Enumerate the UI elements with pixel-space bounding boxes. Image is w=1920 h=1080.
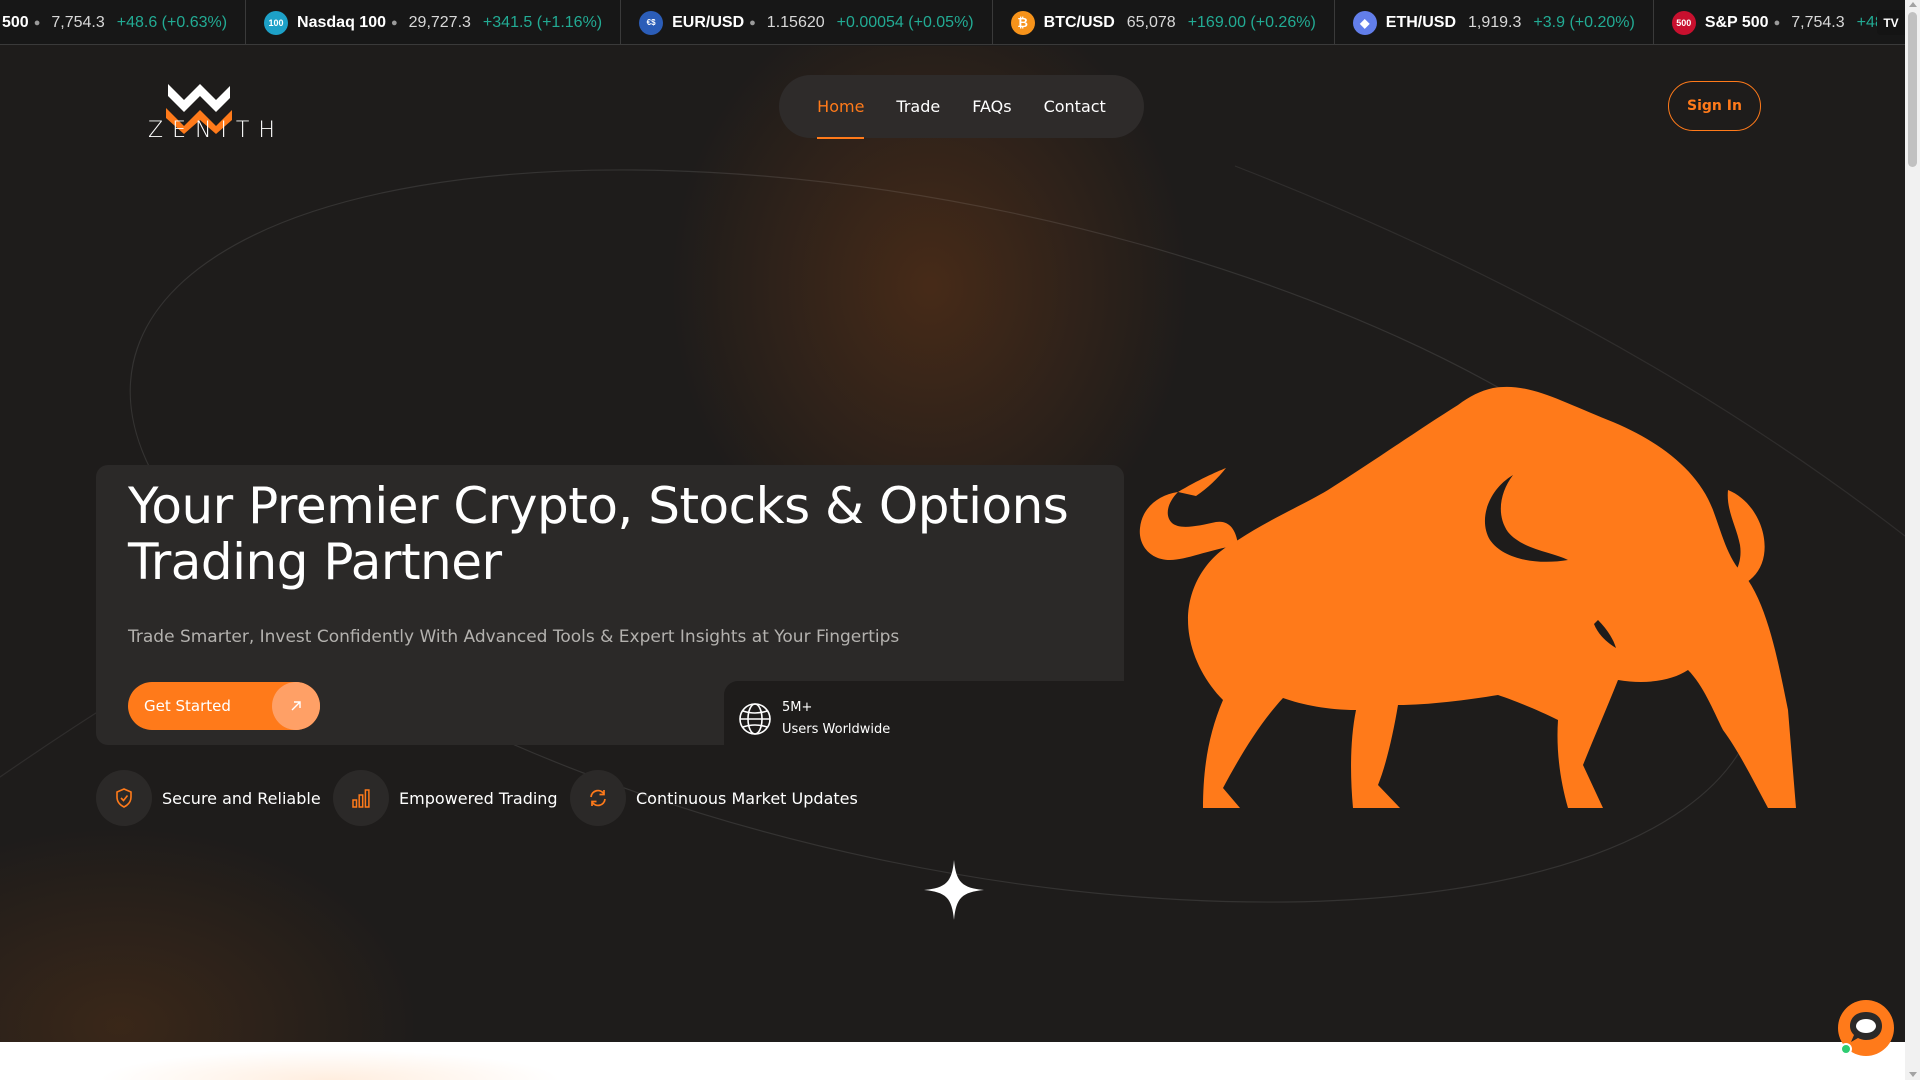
ticker-change: +341.5 (+1.16%): [482, 13, 603, 31]
shield-check-icon: [96, 770, 152, 826]
online-status-indicator: [1840, 1043, 1852, 1055]
ticker-price: 7,754.3: [51, 13, 105, 31]
users-count: 5M+: [782, 700, 813, 715]
ticker-item[interactable]: €$ EUR/USD ● 1.15620 +0.00054 (+0.05%): [621, 0, 993, 44]
ticker-item[interactable]: 500 S&P 500 ● 7,754.3 +48.6 (+0.63%): [1654, 0, 1905, 44]
ticker-change: +169.00 (+0.26%): [1187, 13, 1316, 31]
users-stat: 5M+ Users Worldwide: [738, 697, 890, 741]
nav-contact[interactable]: Contact: [1044, 93, 1106, 120]
ticker-track: 500 ● 7,754.3 +48.6 (+0.63%) 100 Nasdaq …: [0, 0, 1905, 44]
ticker-separator: ●: [1773, 16, 1781, 29]
ticker-item[interactable]: ₿ BTC/USD 65,078 +169.00 (+0.26%): [993, 0, 1335, 44]
nav-faqs[interactable]: FAQs: [972, 93, 1011, 120]
feature-secure: Secure and Reliable: [96, 770, 321, 826]
ticker-symbol: Nasdaq 100: [297, 13, 386, 31]
chat-bubble-icon: [1850, 1012, 1882, 1042]
ticker-symbol: 500: [2, 13, 29, 31]
nasdaq-icon: 100: [264, 10, 289, 35]
scrollbar-thumb[interactable]: [1908, 12, 1917, 167]
ticker-separator: ●: [33, 16, 41, 29]
ticker-price: 65,078: [1126, 13, 1176, 31]
next-section-edge: [0, 1042, 1905, 1080]
feature-trading: Empowered Trading: [333, 770, 558, 826]
logo-text: ZENITH: [148, 118, 284, 143]
arrow-up-right-icon: [272, 682, 320, 730]
headline-line-2: Trading Partner: [128, 533, 502, 591]
feature-label: Secure and Reliable: [162, 788, 321, 808]
ticker-separator: ●: [749, 16, 756, 29]
scroll-down-arrow-icon[interactable]: [1909, 1072, 1917, 1077]
ticker-symbol: S&P 500: [1704, 13, 1769, 31]
nav-trade[interactable]: Trade: [896, 93, 940, 120]
ticker-item[interactable]: 100 Nasdaq 100 ● 29,727.3 +341.5 (+1.16%…: [246, 0, 622, 44]
ticker-separator: ●: [390, 16, 398, 29]
get-started-button[interactable]: Get Started: [128, 682, 320, 730]
ticker-symbol: BTC/USD: [1043, 13, 1115, 31]
eur-usd-flag-icon: €$: [639, 10, 664, 35]
ticker-change: +3.9 (+0.20%): [1533, 13, 1635, 31]
main-nav: Home Trade FAQs Contact: [779, 75, 1144, 139]
ethereum-icon: ◆: [1352, 10, 1377, 35]
ticker-change: +48.6 (+0.63%): [116, 13, 228, 31]
hero-subline: Trade Smarter, Invest Confidently With A…: [128, 627, 900, 647]
globe-icon: [739, 703, 771, 735]
market-ticker: 500 ● 7,754.3 +48.6 (+0.63%) 100 Nasdaq …: [0, 0, 1905, 45]
ticker-price: 1.15620: [766, 13, 825, 31]
feature-label: Empowered Trading: [399, 788, 558, 808]
tradingview-logo-icon[interactable]: TV: [1877, 10, 1905, 35]
feature-updates: Continuous Market Updates: [570, 770, 858, 826]
ticker-price: 29,727.3: [408, 13, 471, 31]
ticker-symbol: ETH/USD: [1385, 13, 1457, 31]
nav-home[interactable]: Home: [817, 93, 865, 139]
ticker-change: +0.00054 (+0.05%): [836, 13, 974, 31]
sparkle-icon: [924, 860, 984, 920]
users-label: Users Worldwide: [782, 722, 891, 737]
sp500-icon: 500: [1671, 10, 1696, 35]
ticker-price: 7,754.3: [1791, 13, 1845, 31]
sign-in-button[interactable]: Sign In: [1668, 81, 1761, 131]
bar-chart-icon: [333, 770, 389, 826]
ticker-item[interactable]: ◆ ETH/USD 1,919.3 +3.9 (+0.20%): [1335, 0, 1654, 44]
feature-label: Continuous Market Updates: [636, 788, 858, 808]
ticker-price: 1,919.3: [1468, 13, 1522, 31]
bull-illustration: [1139, 386, 1796, 808]
scroll-up-arrow-icon[interactable]: [1909, 2, 1917, 7]
ticker-item[interactable]: 500 ● 7,754.3 +48.6 (+0.63%): [0, 0, 247, 44]
users-text: 5M+ Users Worldwide: [782, 697, 890, 741]
headline-line-1: Your Premier Crypto, Stocks & Options: [128, 477, 1069, 535]
get-started-label: Get Started: [144, 697, 231, 715]
refresh-icon: [570, 770, 626, 826]
bitcoin-icon: ₿: [1010, 10, 1035, 35]
ticker-symbol: EUR/USD: [672, 13, 745, 31]
hero-headline: Your Premier Crypto, Stocks & Options Tr…: [128, 478, 1108, 590]
